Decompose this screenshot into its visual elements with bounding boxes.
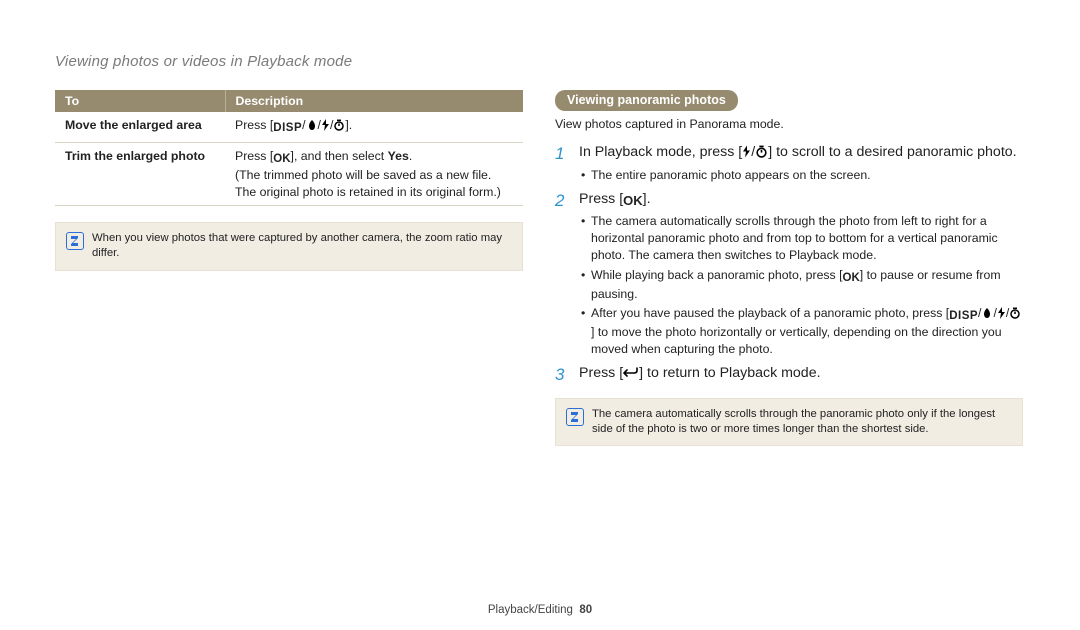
flash-icon	[742, 145, 751, 164]
step1-text: In Playback mode, press [/] to scroll to…	[579, 143, 1023, 164]
page-title: Viewing photos or videos in Playback mod…	[55, 53, 1025, 70]
timer-icon	[1009, 307, 1021, 324]
timer-icon	[755, 145, 768, 164]
row0-label: Move the enlarged area	[55, 112, 225, 142]
back-icon	[623, 366, 639, 385]
macro-icon	[306, 119, 318, 136]
note-left: When you view photos that were captured …	[55, 222, 523, 271]
disp-icon: DISP	[273, 121, 302, 137]
note-right-text: The camera automatically scrolls through…	[592, 407, 1012, 438]
note-icon	[566, 408, 584, 426]
step2-bullet: After you have paused the playback of a …	[579, 305, 1023, 359]
timer-icon	[333, 119, 345, 136]
step-3: 3 Press [] to return to Playback mode.	[555, 364, 1023, 385]
flash-icon	[321, 119, 330, 136]
enlarge-table: To Description Move the enlarged area Pr…	[55, 90, 523, 206]
note-icon	[66, 232, 84, 250]
th-to: To	[55, 90, 225, 112]
page-number: 80	[579, 604, 592, 616]
flash-icon	[997, 307, 1006, 324]
step1-bullet: The entire panoramic photo appears on th…	[579, 167, 1023, 184]
step-num: 2	[555, 190, 569, 360]
row1-desc: Press [OK], and then select Yes. (The tr…	[225, 142, 523, 206]
row1-label: Trim the enlarged photo	[55, 142, 225, 206]
step-num: 1	[555, 143, 569, 186]
footer-section: Playback/Editing	[488, 604, 573, 616]
step2-bullet: While playing back a panoramic photo, pr…	[579, 267, 1023, 303]
step2-bullet: The camera automatically scrolls through…	[579, 213, 1023, 265]
page-footer: Playback/Editing 80	[0, 604, 1080, 616]
note-left-text: When you view photos that were captured …	[92, 231, 512, 262]
step-2: 2 Press [OK]. The camera automatically s…	[555, 190, 1023, 360]
th-desc: Description	[225, 90, 523, 112]
step-num: 3	[555, 364, 569, 385]
section-intro: View photos captured in Panorama mode.	[555, 117, 1023, 131]
step2-text: Press [OK].	[579, 190, 1023, 210]
ok-icon: OK	[273, 152, 290, 168]
ok-icon: OK	[623, 192, 643, 210]
row0-desc: Press [DISP///].	[225, 112, 523, 142]
table-row: Trim the enlarged photo Press [OK], and …	[55, 142, 523, 206]
note-right: The camera automatically scrolls through…	[555, 398, 1023, 447]
section-label: Viewing panoramic photos	[555, 90, 738, 111]
macro-icon	[981, 307, 993, 324]
step-1: 1 In Playback mode, press [/] to scroll …	[555, 143, 1023, 186]
step3-text: Press [] to return to Playback mode.	[579, 364, 1023, 385]
ok-icon: OK	[843, 270, 860, 286]
disp-icon: DISP	[949, 308, 978, 324]
table-row: Move the enlarged area Press [DISP///].	[55, 112, 523, 142]
